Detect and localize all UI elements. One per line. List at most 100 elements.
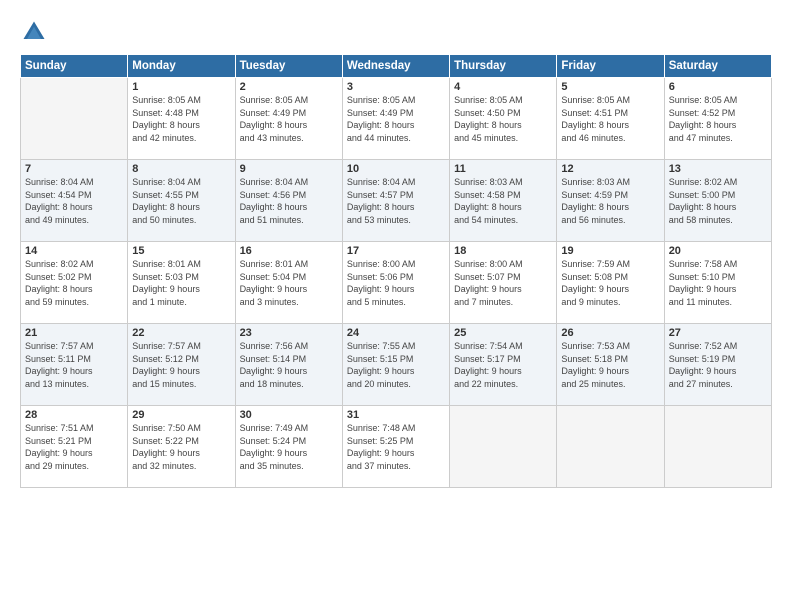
- calendar-header-monday: Monday: [128, 55, 235, 78]
- day-info: Sunrise: 7:53 AM Sunset: 5:18 PM Dayligh…: [561, 340, 659, 390]
- calendar-cell: 23Sunrise: 7:56 AM Sunset: 5:14 PM Dayli…: [235, 324, 342, 406]
- calendar-cell: 19Sunrise: 7:59 AM Sunset: 5:08 PM Dayli…: [557, 242, 664, 324]
- calendar-cell: 29Sunrise: 7:50 AM Sunset: 5:22 PM Dayli…: [128, 406, 235, 488]
- calendar-table: SundayMondayTuesdayWednesdayThursdayFrid…: [20, 54, 772, 488]
- day-number: 25: [454, 327, 552, 339]
- logo: [20, 18, 52, 46]
- calendar-cell: 28Sunrise: 7:51 AM Sunset: 5:21 PM Dayli…: [21, 406, 128, 488]
- day-info: Sunrise: 8:05 AM Sunset: 4:49 PM Dayligh…: [347, 94, 445, 144]
- day-number: 24: [347, 327, 445, 339]
- day-info: Sunrise: 7:59 AM Sunset: 5:08 PM Dayligh…: [561, 258, 659, 308]
- calendar-cell: 2Sunrise: 8:05 AM Sunset: 4:49 PM Daylig…: [235, 78, 342, 160]
- calendar-cell: 17Sunrise: 8:00 AM Sunset: 5:06 PM Dayli…: [342, 242, 449, 324]
- calendar-cell: 4Sunrise: 8:05 AM Sunset: 4:50 PM Daylig…: [450, 78, 557, 160]
- calendar-cell: 18Sunrise: 8:00 AM Sunset: 5:07 PM Dayli…: [450, 242, 557, 324]
- calendar-cell: 9Sunrise: 8:04 AM Sunset: 4:56 PM Daylig…: [235, 160, 342, 242]
- calendar-cell: 20Sunrise: 7:58 AM Sunset: 5:10 PM Dayli…: [664, 242, 771, 324]
- day-info: Sunrise: 8:05 AM Sunset: 4:48 PM Dayligh…: [132, 94, 230, 144]
- day-number: 11: [454, 163, 552, 175]
- calendar-header-tuesday: Tuesday: [235, 55, 342, 78]
- day-number: 14: [25, 245, 123, 257]
- day-info: Sunrise: 7:50 AM Sunset: 5:22 PM Dayligh…: [132, 422, 230, 472]
- day-number: 15: [132, 245, 230, 257]
- calendar-header-wednesday: Wednesday: [342, 55, 449, 78]
- day-number: 21: [25, 327, 123, 339]
- day-number: 27: [669, 327, 767, 339]
- calendar-cell: [450, 406, 557, 488]
- day-info: Sunrise: 8:03 AM Sunset: 4:59 PM Dayligh…: [561, 176, 659, 226]
- calendar-week-row-4: 21Sunrise: 7:57 AM Sunset: 5:11 PM Dayli…: [21, 324, 772, 406]
- calendar-cell: 1Sunrise: 8:05 AM Sunset: 4:48 PM Daylig…: [128, 78, 235, 160]
- day-number: 10: [347, 163, 445, 175]
- calendar-cell: 26Sunrise: 7:53 AM Sunset: 5:18 PM Dayli…: [557, 324, 664, 406]
- day-info: Sunrise: 7:51 AM Sunset: 5:21 PM Dayligh…: [25, 422, 123, 472]
- calendar-header-saturday: Saturday: [664, 55, 771, 78]
- day-info: Sunrise: 8:04 AM Sunset: 4:54 PM Dayligh…: [25, 176, 123, 226]
- calendar-week-row-3: 14Sunrise: 8:02 AM Sunset: 5:02 PM Dayli…: [21, 242, 772, 324]
- calendar-week-row-2: 7Sunrise: 8:04 AM Sunset: 4:54 PM Daylig…: [21, 160, 772, 242]
- day-number: 28: [25, 409, 123, 421]
- calendar-cell: 16Sunrise: 8:01 AM Sunset: 5:04 PM Dayli…: [235, 242, 342, 324]
- day-info: Sunrise: 8:04 AM Sunset: 4:55 PM Dayligh…: [132, 176, 230, 226]
- day-number: 8: [132, 163, 230, 175]
- calendar-header-friday: Friday: [557, 55, 664, 78]
- calendar-cell: 27Sunrise: 7:52 AM Sunset: 5:19 PM Dayli…: [664, 324, 771, 406]
- day-number: 5: [561, 81, 659, 93]
- day-number: 29: [132, 409, 230, 421]
- day-number: 19: [561, 245, 659, 257]
- day-number: 1: [132, 81, 230, 93]
- day-info: Sunrise: 8:00 AM Sunset: 5:06 PM Dayligh…: [347, 258, 445, 308]
- calendar-cell: 15Sunrise: 8:01 AM Sunset: 5:03 PM Dayli…: [128, 242, 235, 324]
- calendar-cell: 25Sunrise: 7:54 AM Sunset: 5:17 PM Dayli…: [450, 324, 557, 406]
- day-info: Sunrise: 8:03 AM Sunset: 4:58 PM Dayligh…: [454, 176, 552, 226]
- calendar-cell: 3Sunrise: 8:05 AM Sunset: 4:49 PM Daylig…: [342, 78, 449, 160]
- calendar-cell: 12Sunrise: 8:03 AM Sunset: 4:59 PM Dayli…: [557, 160, 664, 242]
- calendar-cell: 24Sunrise: 7:55 AM Sunset: 5:15 PM Dayli…: [342, 324, 449, 406]
- day-info: Sunrise: 8:05 AM Sunset: 4:50 PM Dayligh…: [454, 94, 552, 144]
- day-number: 7: [25, 163, 123, 175]
- day-number: 26: [561, 327, 659, 339]
- day-number: 23: [240, 327, 338, 339]
- day-info: Sunrise: 7:56 AM Sunset: 5:14 PM Dayligh…: [240, 340, 338, 390]
- day-info: Sunrise: 7:57 AM Sunset: 5:11 PM Dayligh…: [25, 340, 123, 390]
- calendar-cell: 22Sunrise: 7:57 AM Sunset: 5:12 PM Dayli…: [128, 324, 235, 406]
- calendar-cell: 5Sunrise: 8:05 AM Sunset: 4:51 PM Daylig…: [557, 78, 664, 160]
- calendar-cell: 31Sunrise: 7:48 AM Sunset: 5:25 PM Dayli…: [342, 406, 449, 488]
- calendar-cell: [664, 406, 771, 488]
- day-info: Sunrise: 8:00 AM Sunset: 5:07 PM Dayligh…: [454, 258, 552, 308]
- calendar-cell: 13Sunrise: 8:02 AM Sunset: 5:00 PM Dayli…: [664, 160, 771, 242]
- day-number: 20: [669, 245, 767, 257]
- day-number: 18: [454, 245, 552, 257]
- calendar-header-row: SundayMondayTuesdayWednesdayThursdayFrid…: [21, 55, 772, 78]
- day-info: Sunrise: 7:58 AM Sunset: 5:10 PM Dayligh…: [669, 258, 767, 308]
- calendar-week-row-5: 28Sunrise: 7:51 AM Sunset: 5:21 PM Dayli…: [21, 406, 772, 488]
- calendar-cell: 21Sunrise: 7:57 AM Sunset: 5:11 PM Dayli…: [21, 324, 128, 406]
- day-number: 31: [347, 409, 445, 421]
- day-number: 3: [347, 81, 445, 93]
- day-info: Sunrise: 8:04 AM Sunset: 4:56 PM Dayligh…: [240, 176, 338, 226]
- day-number: 2: [240, 81, 338, 93]
- calendar-cell: [557, 406, 664, 488]
- day-info: Sunrise: 7:52 AM Sunset: 5:19 PM Dayligh…: [669, 340, 767, 390]
- calendar-cell: 11Sunrise: 8:03 AM Sunset: 4:58 PM Dayli…: [450, 160, 557, 242]
- calendar-cell: 7Sunrise: 8:04 AM Sunset: 4:54 PM Daylig…: [21, 160, 128, 242]
- page: SundayMondayTuesdayWednesdayThursdayFrid…: [0, 0, 792, 612]
- day-number: 13: [669, 163, 767, 175]
- header: [20, 18, 772, 46]
- day-info: Sunrise: 8:02 AM Sunset: 5:00 PM Dayligh…: [669, 176, 767, 226]
- day-info: Sunrise: 8:05 AM Sunset: 4:52 PM Dayligh…: [669, 94, 767, 144]
- day-info: Sunrise: 8:05 AM Sunset: 4:51 PM Dayligh…: [561, 94, 659, 144]
- day-info: Sunrise: 7:48 AM Sunset: 5:25 PM Dayligh…: [347, 422, 445, 472]
- day-info: Sunrise: 8:05 AM Sunset: 4:49 PM Dayligh…: [240, 94, 338, 144]
- calendar-week-row-1: 1Sunrise: 8:05 AM Sunset: 4:48 PM Daylig…: [21, 78, 772, 160]
- calendar-cell: 6Sunrise: 8:05 AM Sunset: 4:52 PM Daylig…: [664, 78, 771, 160]
- day-number: 6: [669, 81, 767, 93]
- day-info: Sunrise: 7:54 AM Sunset: 5:17 PM Dayligh…: [454, 340, 552, 390]
- day-number: 12: [561, 163, 659, 175]
- day-info: Sunrise: 8:01 AM Sunset: 5:04 PM Dayligh…: [240, 258, 338, 308]
- logo-icon: [20, 18, 48, 46]
- calendar-cell: 10Sunrise: 8:04 AM Sunset: 4:57 PM Dayli…: [342, 160, 449, 242]
- day-number: 9: [240, 163, 338, 175]
- day-info: Sunrise: 7:55 AM Sunset: 5:15 PM Dayligh…: [347, 340, 445, 390]
- day-number: 17: [347, 245, 445, 257]
